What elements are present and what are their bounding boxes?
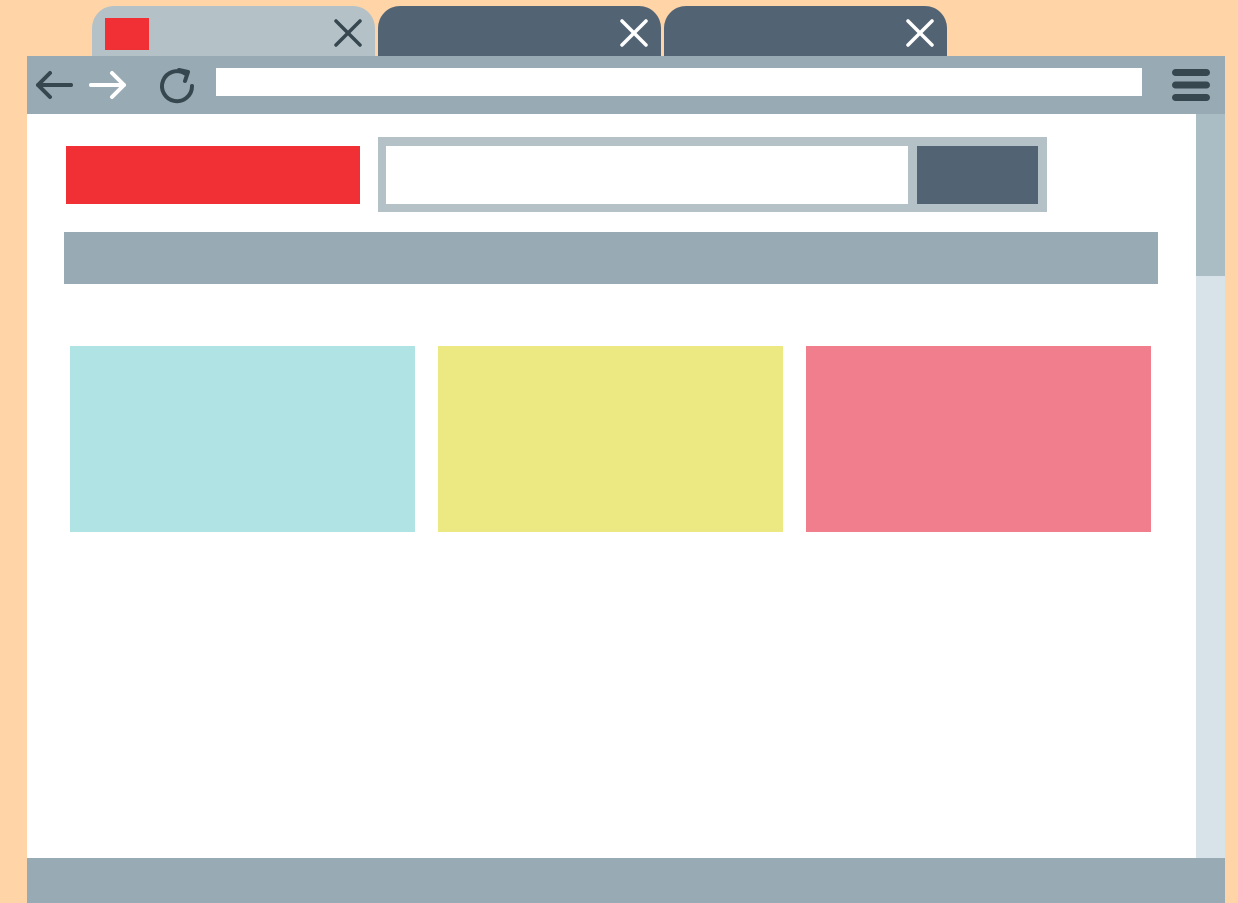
tab-favicon xyxy=(105,18,149,50)
close-icon[interactable] xyxy=(903,16,937,50)
content-card-3[interactable] xyxy=(806,346,1151,532)
hamburger-menu-icon[interactable] xyxy=(1169,65,1213,105)
content-card-1[interactable] xyxy=(70,346,415,532)
arrow-right-icon[interactable] xyxy=(87,64,131,108)
search-bar xyxy=(378,137,1047,212)
scroll-thumb[interactable] xyxy=(1196,114,1225,276)
search-button[interactable] xyxy=(917,146,1038,204)
tab-3[interactable] xyxy=(664,6,947,60)
browser-toolbar xyxy=(27,56,1225,114)
arrow-left-icon[interactable] xyxy=(31,64,75,108)
page-viewport xyxy=(27,114,1196,858)
close-icon[interactable] xyxy=(331,16,365,50)
status-bar xyxy=(27,858,1225,903)
reload-icon[interactable] xyxy=(155,64,199,108)
site-logo[interactable] xyxy=(66,146,360,204)
browser-window xyxy=(27,56,1225,903)
close-icon[interactable] xyxy=(617,16,651,50)
vertical-scrollbar[interactable] xyxy=(1196,114,1225,858)
nav-bar[interactable] xyxy=(64,232,1158,284)
address-bar[interactable] xyxy=(216,68,1142,96)
tab-2[interactable] xyxy=(378,6,661,60)
search-input[interactable] xyxy=(386,146,908,204)
content-card-2[interactable] xyxy=(438,346,783,532)
tab-1[interactable] xyxy=(92,6,375,60)
